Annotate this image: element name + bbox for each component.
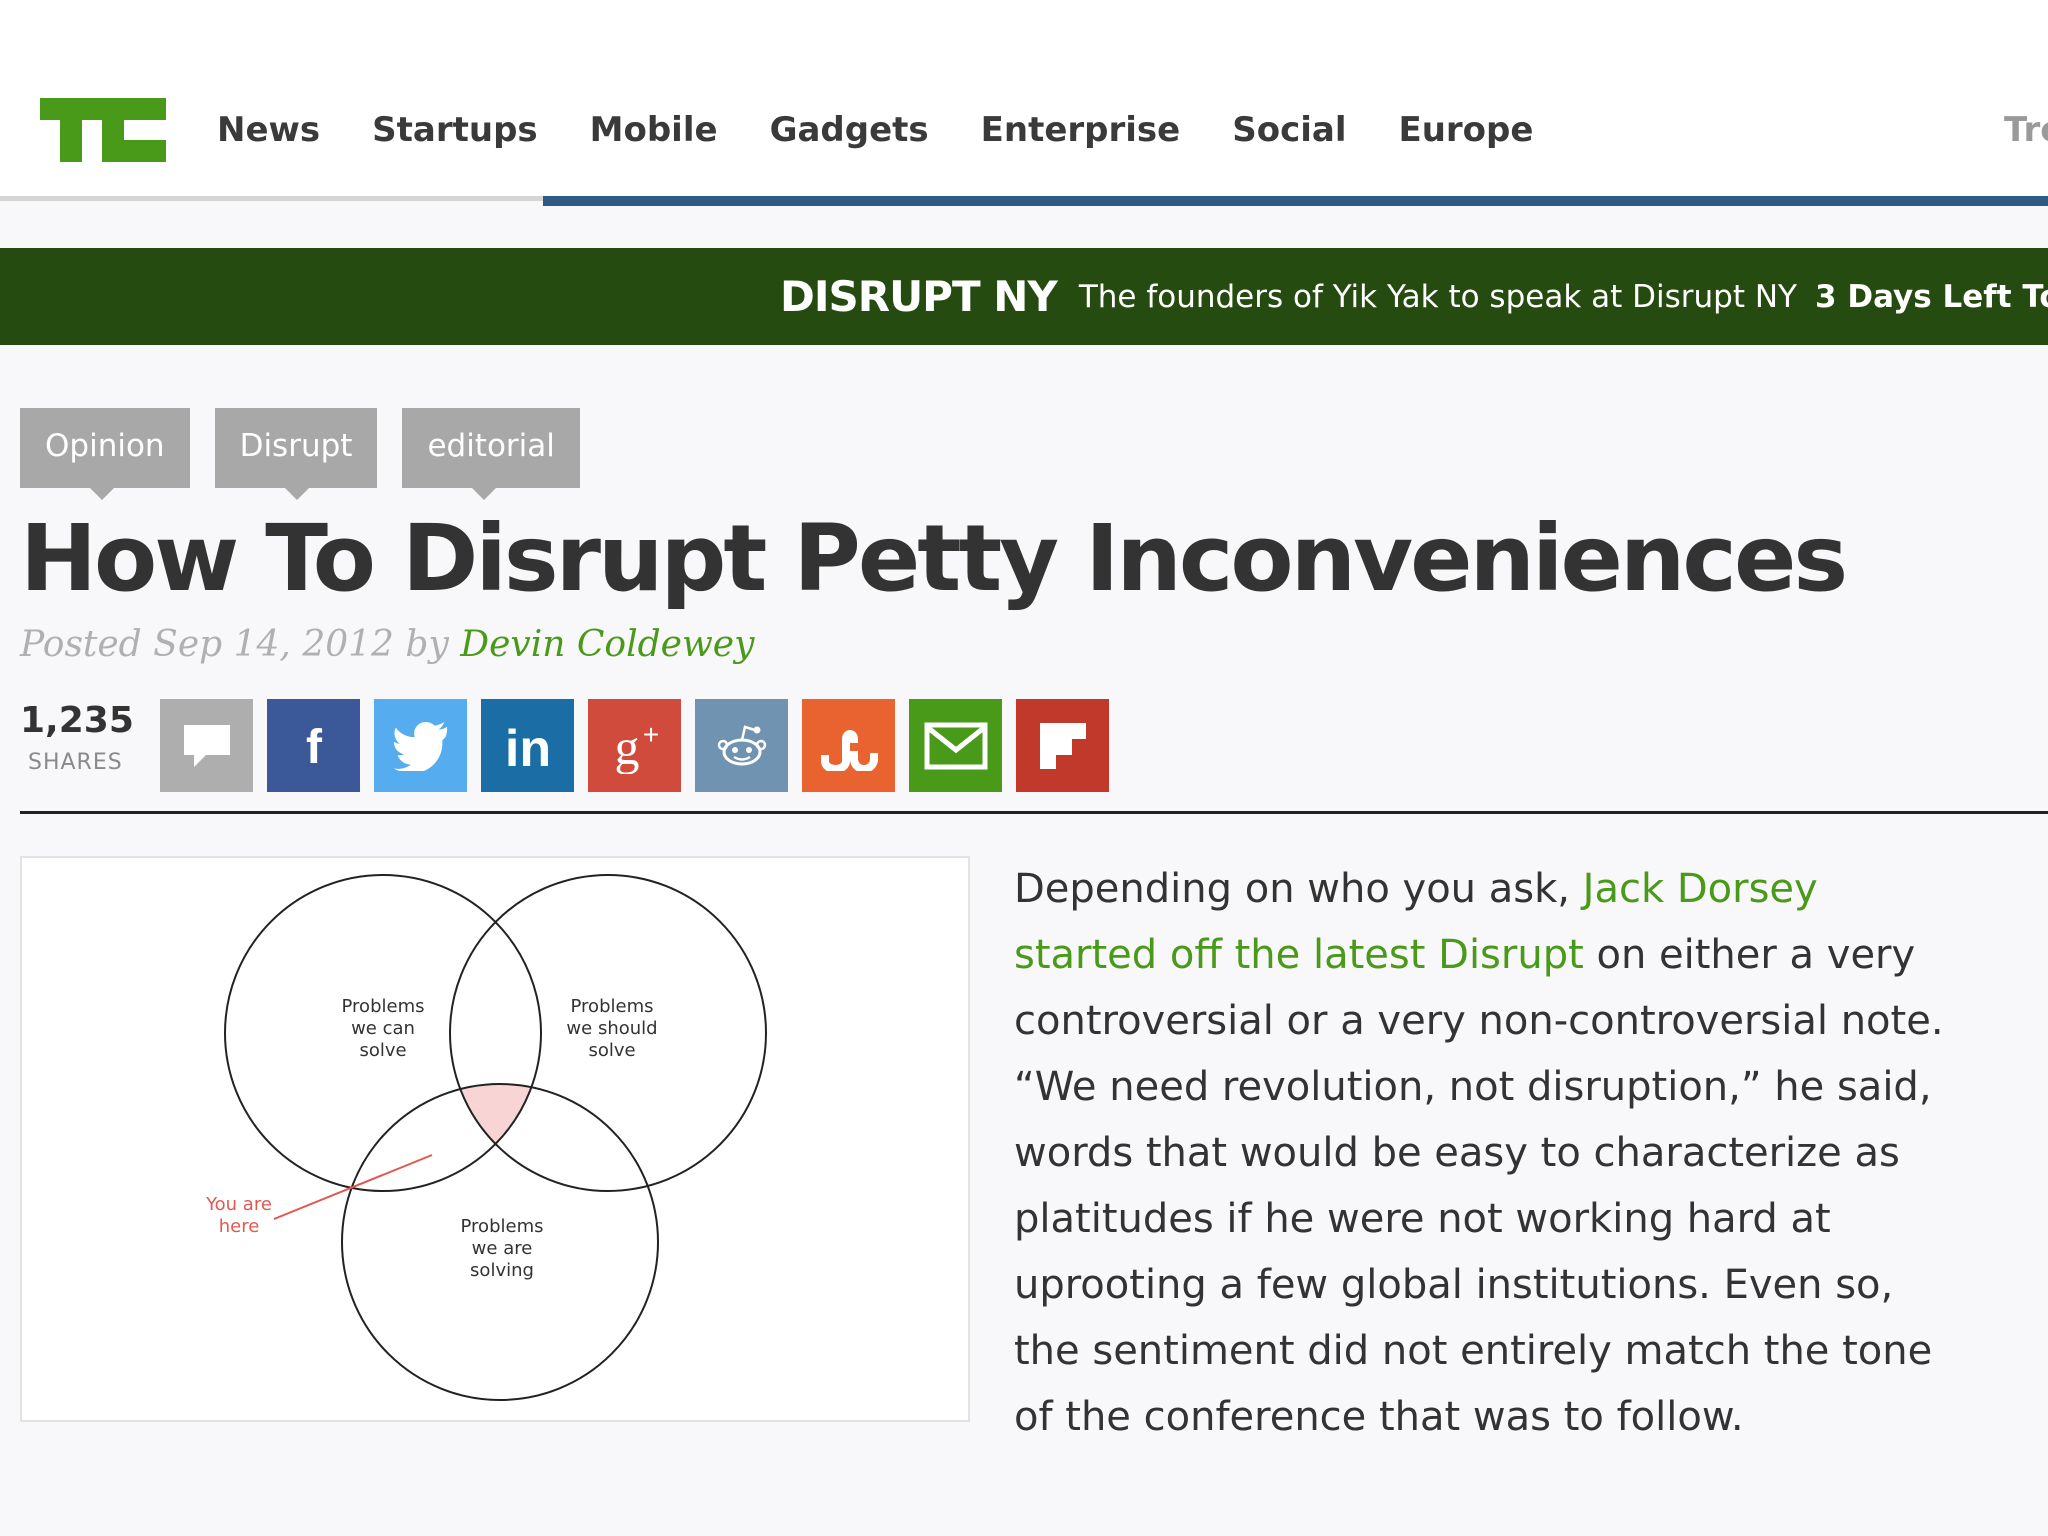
venn-label-are-solving-2: we are bbox=[472, 1238, 533, 1259]
google-plus-share-button[interactable]: g + bbox=[588, 699, 681, 792]
tag-editorial[interactable]: editorial bbox=[402, 408, 580, 500]
share-count: 1,235 SHARES bbox=[20, 700, 134, 775]
paragraph-rest: on either a very controversial or a very… bbox=[1014, 932, 1944, 1440]
article-tags: Opinion Disrupt editorial bbox=[20, 408, 580, 500]
twitter-share-button[interactable] bbox=[374, 699, 467, 792]
event-banner[interactable]: DISRUPT NY The founders of Yik Yak to sp… bbox=[0, 248, 2048, 345]
author-link[interactable]: Devin Coldewey bbox=[460, 624, 754, 665]
nav-item-startups[interactable]: Startups bbox=[372, 108, 537, 152]
venn-label-are-solving-1: Problems bbox=[461, 1216, 544, 1237]
article-divider bbox=[20, 811, 2048, 814]
venn-label-can-solve-2: we can bbox=[351, 1018, 415, 1039]
email-icon bbox=[924, 722, 987, 769]
venn-label-can-solve-1: Problems bbox=[342, 996, 425, 1017]
share-count-label: SHARES bbox=[28, 750, 123, 775]
techcrunch-logo[interactable] bbox=[40, 98, 166, 162]
google-plus-icon: g + bbox=[614, 719, 659, 774]
venn-diagram: Problems we can solve Problems we should… bbox=[205, 874, 767, 1401]
share-buttons: f in g + bbox=[160, 699, 1109, 792]
venn-label-can-solve-3: solve bbox=[359, 1040, 406, 1061]
header-underline bbox=[0, 196, 543, 201]
email-share-button[interactable] bbox=[909, 699, 1002, 792]
venn-label-should-solve-3: solve bbox=[588, 1040, 635, 1061]
article-byline: Posted Sep 14, 2012 by Devin Coldewey bbox=[20, 624, 754, 665]
flipboard-icon bbox=[1039, 722, 1086, 769]
byline-date: Sep 14, 2012 bbox=[153, 624, 394, 665]
stumbleupon-share-button[interactable] bbox=[802, 699, 895, 792]
paragraph-intro: Depending on who you ask, bbox=[1014, 866, 1583, 912]
article-title: How To Disrupt Petty Inconveniences bbox=[20, 505, 1848, 612]
venn-label-should-solve-2: we should bbox=[566, 1018, 657, 1039]
banner-cta[interactable]: 3 Days Left To Save bbox=[1815, 279, 2048, 315]
nav-item-gadgets[interactable]: Gadgets bbox=[770, 108, 929, 152]
venn-label-are-solving-3: solving bbox=[470, 1260, 534, 1281]
reddit-share-button[interactable] bbox=[695, 699, 788, 792]
nav-item-news[interactable]: News bbox=[217, 108, 320, 152]
facebook-icon: f bbox=[306, 721, 323, 773]
linkedin-icon: in bbox=[504, 720, 550, 774]
tag-opinion[interactable]: Opinion bbox=[20, 408, 190, 500]
you-are-here-label-2: here bbox=[219, 1216, 260, 1237]
nav-item-enterprise[interactable]: Enterprise bbox=[981, 108, 1181, 152]
comment-button[interactable] bbox=[160, 699, 253, 792]
byline-posted-prefix: Posted bbox=[20, 624, 154, 665]
you-are-here-pointer bbox=[273, 1154, 433, 1220]
scroll-progress-bar bbox=[543, 196, 2048, 206]
comment-icon bbox=[183, 724, 230, 767]
article-paragraph: Depending on who you ask, Jack Dorsey st… bbox=[1014, 856, 1954, 1450]
nav-item-mobile[interactable]: Mobile bbox=[590, 108, 718, 152]
share-count-number: 1,235 bbox=[20, 700, 134, 741]
svg-text:g: g bbox=[614, 719, 639, 774]
main-nav: News Startups Mobile Gadgets Enterprise … bbox=[217, 108, 1533, 152]
tag-disrupt[interactable]: Disrupt bbox=[214, 408, 378, 500]
facebook-share-button[interactable]: f bbox=[267, 699, 360, 792]
stumbleupon-icon bbox=[820, 729, 878, 771]
venn-label-should-solve-1: Problems bbox=[571, 996, 654, 1017]
svg-text:in: in bbox=[504, 720, 550, 774]
nav-item-europe[interactable]: Europe bbox=[1398, 108, 1533, 152]
nav-item-trending[interactable]: Tre bbox=[2004, 108, 2048, 152]
svg-text:f: f bbox=[306, 721, 323, 773]
twitter-icon bbox=[393, 721, 447, 771]
event-banner-content: DISRUPT NY The founders of Yik Yak to sp… bbox=[780, 248, 2048, 345]
svg-text:+: + bbox=[642, 719, 658, 750]
banner-brand: DISRUPT NY bbox=[780, 272, 1058, 321]
article-image: Problems we can solve Problems we should… bbox=[20, 856, 970, 1422]
you-are-here-label-1: You are bbox=[205, 1194, 272, 1215]
nav-item-social[interactable]: Social bbox=[1232, 108, 1346, 152]
site-header: News Startups Mobile Gadgets Enterprise … bbox=[0, 0, 2048, 196]
flipboard-share-button[interactable] bbox=[1016, 699, 1109, 792]
linkedin-share-button[interactable]: in bbox=[481, 699, 574, 792]
banner-text[interactable]: The founders of Yik Yak to speak at Disr… bbox=[1079, 279, 1797, 315]
reddit-icon bbox=[717, 724, 766, 765]
byline-by: by bbox=[393, 624, 461, 665]
